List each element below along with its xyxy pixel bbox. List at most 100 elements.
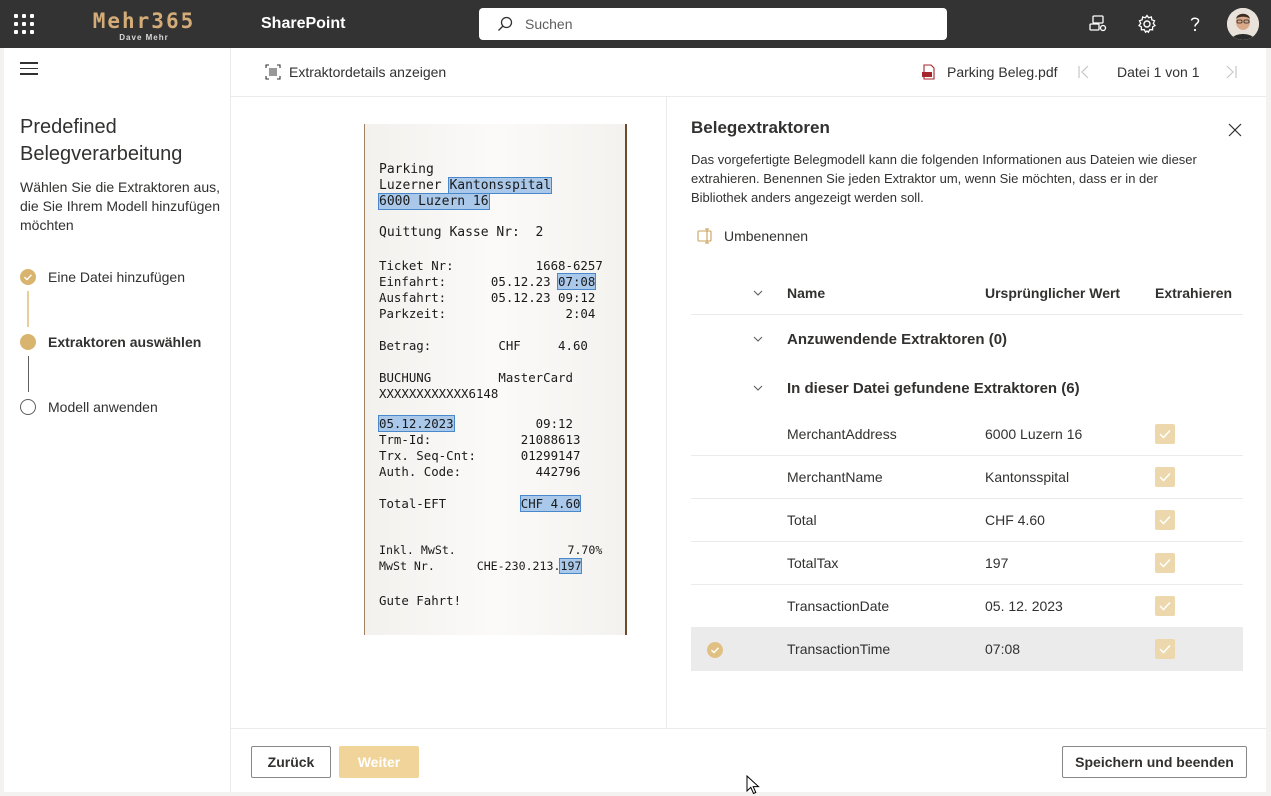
receipt-line: Gute Fahrt! — [379, 593, 462, 608]
step-connector-1 — [27, 291, 29, 327]
table-row-selected[interactable]: TransactionTime 07:08 — [691, 628, 1243, 671]
frame-bottom — [0, 792, 1271, 796]
extract-checkbox[interactable] — [1155, 596, 1175, 616]
receipt-line: 6000 Luzern 16 — [378, 193, 615, 210]
chevron-down-icon[interactable] — [753, 383, 763, 393]
rename-icon — [697, 228, 712, 244]
app-launcher-icon[interactable] — [12, 12, 36, 36]
table-row[interactable]: MerchantAddress 6000 Luzern 16 — [691, 413, 1243, 456]
panel-title: Belegextraktoren — [691, 118, 830, 137]
highlight-total: CHF 4.60 — [519, 495, 582, 512]
extractor-value: 6000 Luzern 16 — [985, 426, 1083, 442]
step-select-extractors[interactable]: Extraktoren auswählen — [20, 332, 201, 352]
step-apply-model[interactable]: Modell anwenden — [20, 397, 158, 417]
group-applied-extractors[interactable]: Anzuwendende Extraktoren (0) — [691, 315, 1243, 364]
receipt-line: Einfahrt: 05.12.23 07:08 — [379, 273, 597, 290]
document-preview: Parking Luzerner Kantonsspital 6000 Luze… — [231, 97, 667, 728]
next-button[interactable]: Weiter — [339, 746, 419, 778]
rename-button[interactable]: Umbenennen — [697, 225, 808, 247]
show-extractor-details-button[interactable]: Extraktordetails anzeigen — [265, 48, 446, 96]
hamburger-icon[interactable] — [20, 62, 38, 76]
row-selected-icon[interactable] — [707, 642, 723, 658]
file-name[interactable]: Parking Beleg.pdf — [921, 48, 1058, 96]
step-label: Eine Datei hinzufügen — [48, 269, 185, 285]
extractor-value: 197 — [985, 555, 1009, 571]
extract-checkbox[interactable] — [1155, 510, 1175, 530]
column-header-extract[interactable]: Extrahieren — [1155, 285, 1232, 301]
save-and-exit-button[interactable]: Speichern und beenden — [1062, 746, 1247, 778]
chevron-down-icon[interactable] — [753, 334, 763, 344]
pending-step-icon — [20, 399, 36, 415]
table-row[interactable]: TotalTax 197 — [691, 542, 1243, 585]
receipt-line: 05.12.2023 09:12 — [378, 415, 573, 432]
receipt-line: Parkzeit: 2:04 — [379, 306, 596, 321]
chevron-down-icon[interactable] — [753, 288, 763, 298]
receipt-line: XXXXXXXXXXXX6148 — [379, 386, 499, 401]
receipt-line: Total-EFT CHF 4.60 — [379, 495, 582, 512]
pdf-file-icon — [922, 64, 935, 80]
gear-icon[interactable] — [1135, 12, 1159, 36]
extractor-value: 07:08 — [985, 641, 1021, 657]
check-circle-icon — [20, 269, 36, 285]
extract-checkbox[interactable] — [1155, 424, 1175, 444]
mouse-cursor-icon — [746, 775, 760, 795]
details-label: Extraktordetails anzeigen — [289, 64, 447, 80]
page-title: Predefined Belegverarbeitung — [20, 116, 183, 165]
app-name[interactable]: SharePoint — [261, 15, 345, 33]
checkmark-icon — [1159, 429, 1171, 439]
receipt-line: Parking — [379, 162, 434, 177]
step-label: Extraktoren auswählen — [48, 334, 202, 350]
current-step-icon — [20, 334, 36, 350]
checkmark-icon — [1159, 601, 1171, 611]
extractors-table: Name Ursprünglicher Wert Extrahieren Anz… — [691, 271, 1243, 671]
top-bar: Mehr365 Dave Mehr SharePoint — [0, 0, 1271, 48]
search-input[interactable] — [525, 8, 925, 40]
page-description: Wählen Sie die Extraktoren aus, die Sie … — [20, 179, 221, 233]
extract-checkbox[interactable] — [1155, 467, 1175, 487]
checkmark-icon — [1159, 515, 1171, 525]
group-title: Anzuwendende Extraktoren (0) — [787, 331, 1008, 348]
close-icon[interactable] — [1228, 123, 1242, 137]
extractor-name: TotalTax — [787, 555, 839, 571]
command-bar: Extraktordetails anzeigen Parking Beleg.… — [231, 48, 1271, 97]
step-connector-2 — [27, 356, 29, 392]
table-header: Name Ursprünglicher Wert Extrahieren — [691, 271, 1243, 315]
table-row[interactable]: MerchantName Kantonsspital — [691, 456, 1243, 499]
receipt-line: Betrag: CHF 4.60 — [379, 338, 588, 353]
receipt-line: Luzerner Kantonsspital — [379, 177, 553, 194]
logo-subtext: Dave Mehr — [119, 33, 169, 42]
column-header-original-value[interactable]: Ursprünglicher Wert — [985, 285, 1120, 301]
extractor-name: MerchantName — [787, 469, 883, 485]
group-found-extractors[interactable]: In dieser Datei gefundene Extraktoren (6… — [691, 364, 1243, 413]
receipt-line: Inkl. MwSt. 7.70% — [379, 543, 603, 557]
checkmark-icon — [1159, 644, 1171, 654]
receipt-line: Trm-Id: 21088613 — [379, 432, 581, 447]
brand-logo[interactable]: Mehr365 Dave Mehr — [88, 9, 200, 43]
back-button[interactable]: Zurück — [251, 746, 331, 778]
highlight-transaction-time: 07:08 — [557, 273, 597, 290]
panel-description: Das vorgefertigte Belegmodell kann die f… — [691, 152, 1197, 205]
group-title: In dieser Datei gefundene Extraktoren (6… — [787, 380, 1080, 397]
search-icon — [498, 16, 513, 31]
left-panel: Predefined Belegverarbeitung Wählen Sie … — [4, 48, 231, 792]
extract-checkbox[interactable] — [1155, 553, 1175, 573]
table-row[interactable]: Total CHF 4.60 — [691, 499, 1243, 542]
highlight-merchant-address: 6000 Luzern 16 — [378, 193, 490, 210]
feedback-icon[interactable] — [1087, 12, 1111, 36]
extract-checkbox[interactable] — [1155, 639, 1175, 659]
scan-icon — [265, 64, 281, 80]
receipt-line: MwSt Nr. CHE-230.213.197 — [379, 558, 583, 574]
receipt-image: Parking Luzerner Kantonsspital 6000 Luze… — [364, 124, 627, 635]
column-header-name[interactable]: Name — [787, 285, 825, 301]
last-page-icon[interactable] — [1224, 65, 1238, 79]
extractor-name: MerchantAddress — [787, 426, 897, 442]
help-icon[interactable] — [1183, 12, 1207, 36]
step-label: Modell anwenden — [48, 399, 158, 415]
search-box[interactable] — [479, 8, 947, 40]
receipt-line: BUCHUNG MasterCard — [379, 370, 573, 385]
receipt-line: Ticket Nr: 1668-6257 — [379, 258, 603, 273]
first-page-icon[interactable] — [1077, 65, 1091, 79]
step-add-file[interactable]: Eine Datei hinzufügen — [20, 267, 185, 287]
avatar[interactable] — [1227, 8, 1259, 40]
table-row[interactable]: TransactionDate 05. 12. 2023 — [691, 585, 1243, 628]
